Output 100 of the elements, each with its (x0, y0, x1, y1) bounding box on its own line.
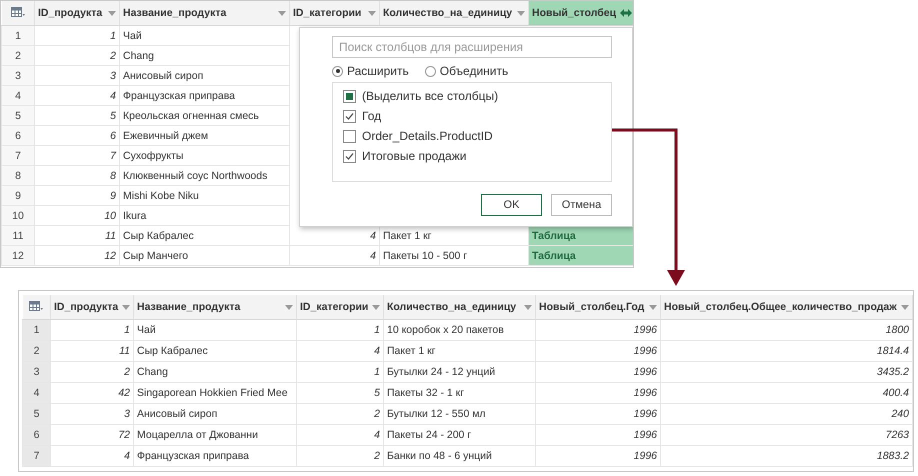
row-number: 7 (22, 446, 50, 466)
column-option-label[interactable]: Order_Details.ProductID (362, 129, 493, 143)
table-cell: 7263 (886, 429, 909, 441)
column-option-label[interactable]: (Выделить все столбцы) (362, 89, 498, 103)
table-cell: Чай (137, 324, 156, 336)
filter-dropdown-icon[interactable] (524, 304, 532, 310)
table-cell: 10 коробок x 20 пакетов (387, 324, 504, 336)
table-cell: 1 (374, 324, 380, 336)
row-number: 10 (2, 206, 34, 226)
table-cell: Singaporean Hokkien Fried Mee (137, 387, 288, 399)
table-cell: Бутылки 12 - 550 мл (387, 408, 486, 420)
table-cell: 1814.4 (876, 345, 909, 357)
checkbox[interactable] (343, 130, 356, 142)
table-cell: 1996 (634, 429, 657, 441)
table-cell: Таблица (532, 230, 576, 242)
table-icon[interactable] (10, 6, 25, 16)
table-cell: 2 (124, 366, 130, 378)
table-cell: Моцарелла от Джованни (137, 429, 258, 441)
table-cell: 6 (110, 130, 116, 142)
table-cell: Чай (123, 30, 142, 42)
table-cell: 10 (104, 210, 116, 222)
table-cell: Бутылки 24 - 12 унций (387, 366, 496, 378)
table-cell: 1996 (634, 387, 657, 399)
row-number: 1 (2, 26, 34, 46)
table-cell: Mishi Kobe Niku (123, 190, 199, 202)
table-cell: Chang (123, 50, 154, 62)
filter-dropdown-icon[interactable] (372, 304, 380, 310)
table-cell: Клюквенный соус Northwoods (123, 170, 268, 182)
search-field[interactable]: Поиск столбцов для расширения (332, 36, 612, 58)
row-number: 6 (22, 424, 50, 446)
expand-icon[interactable] (620, 9, 632, 17)
filter-dropdown-icon[interactable] (108, 10, 116, 16)
table-cell: 42 (118, 387, 130, 399)
ok-button[interactable]: OK (481, 194, 542, 216)
radio-option[interactable]: Расширить (332, 64, 409, 78)
table-cell: Пакет 1 кг (387, 345, 436, 357)
table-cell: Сухофрукты (123, 150, 184, 162)
table-cell: Сыр Кабралес (137, 345, 208, 357)
table-icon[interactable] (29, 300, 44, 310)
table-cell: 1883.2 (876, 450, 909, 462)
table-cell: 11 (119, 345, 130, 357)
checkbox[interactable] (343, 150, 356, 162)
table-cell: Ежевичный джем (123, 130, 208, 142)
filter-dropdown-icon[interactable] (278, 10, 286, 16)
table-cell: 1996 (634, 324, 657, 336)
table-cell: 3 (110, 70, 116, 82)
table-cell: Анисовый сироп (123, 70, 204, 82)
table-cell: 1800 (886, 324, 909, 336)
table-cell: 4 (370, 230, 376, 242)
row-number: 1 (22, 320, 50, 340)
row-number: 2 (2, 46, 34, 66)
table-cell: Пакеты 10 - 500 г (383, 250, 468, 262)
table-cell: 1996 (634, 450, 657, 462)
radio-option[interactable]: Объединить (424, 64, 508, 78)
table-cell: 1 (124, 324, 130, 336)
column-option-label[interactable]: Год (362, 109, 382, 123)
filter-dropdown-icon[interactable] (285, 304, 293, 310)
row-number: 4 (22, 382, 50, 404)
table-cell: 8 (110, 170, 116, 182)
table-cell: Пакет 1 кг (383, 230, 432, 242)
table-cell: 11 (105, 230, 116, 242)
table-cell: Креольская огненная смесь (123, 110, 259, 122)
table-cell: Банки по 48 - 6 унций (387, 450, 492, 462)
row-number: 6 (2, 126, 34, 146)
table-cell: 2 (374, 408, 380, 420)
table-cell: 1 (374, 366, 380, 378)
table-cell: 2 (110, 50, 116, 62)
table-cell: 12 (104, 250, 116, 262)
table-cell: 4 (370, 250, 376, 262)
table-cell: 4 (110, 90, 116, 102)
table-cell: 400.4 (882, 387, 909, 399)
row-number: 5 (22, 404, 50, 424)
row-number: 11 (2, 226, 34, 246)
cancel-button[interactable]: Отмена (551, 194, 612, 216)
table-cell: 4 (374, 345, 380, 357)
row-number: 2 (22, 340, 50, 362)
checkbox[interactable] (343, 110, 356, 122)
table-cell: 1996 (634, 408, 657, 420)
table-cell: Французская приправа (123, 90, 235, 102)
filter-dropdown-icon[interactable] (901, 304, 909, 310)
table-cell: 5 (110, 110, 116, 122)
row-number: 7 (2, 146, 34, 166)
table-cell: 4 (374, 429, 380, 441)
table-cell: 9 (110, 190, 116, 202)
checkbox[interactable] (343, 90, 356, 102)
table-cell: Сыр Манчего (123, 250, 188, 262)
filter-dropdown-icon[interactable] (368, 10, 376, 16)
table-cell: Таблица (532, 250, 576, 262)
table-cell: 2 (374, 450, 380, 462)
table-cell: 1 (110, 30, 116, 42)
row-number: 12 (2, 246, 34, 266)
column-option-label[interactable]: Итоговые продажи (362, 149, 466, 163)
table-cell: 3 (124, 408, 130, 420)
filter-dropdown-icon[interactable] (649, 304, 657, 310)
table-cell: Chang (137, 366, 168, 378)
filter-dropdown-icon[interactable] (517, 10, 525, 16)
table-cell: Анисовый сироп (137, 408, 218, 420)
row-number: 9 (2, 186, 34, 206)
row-number: 3 (22, 362, 50, 382)
filter-dropdown-icon[interactable] (122, 304, 130, 310)
